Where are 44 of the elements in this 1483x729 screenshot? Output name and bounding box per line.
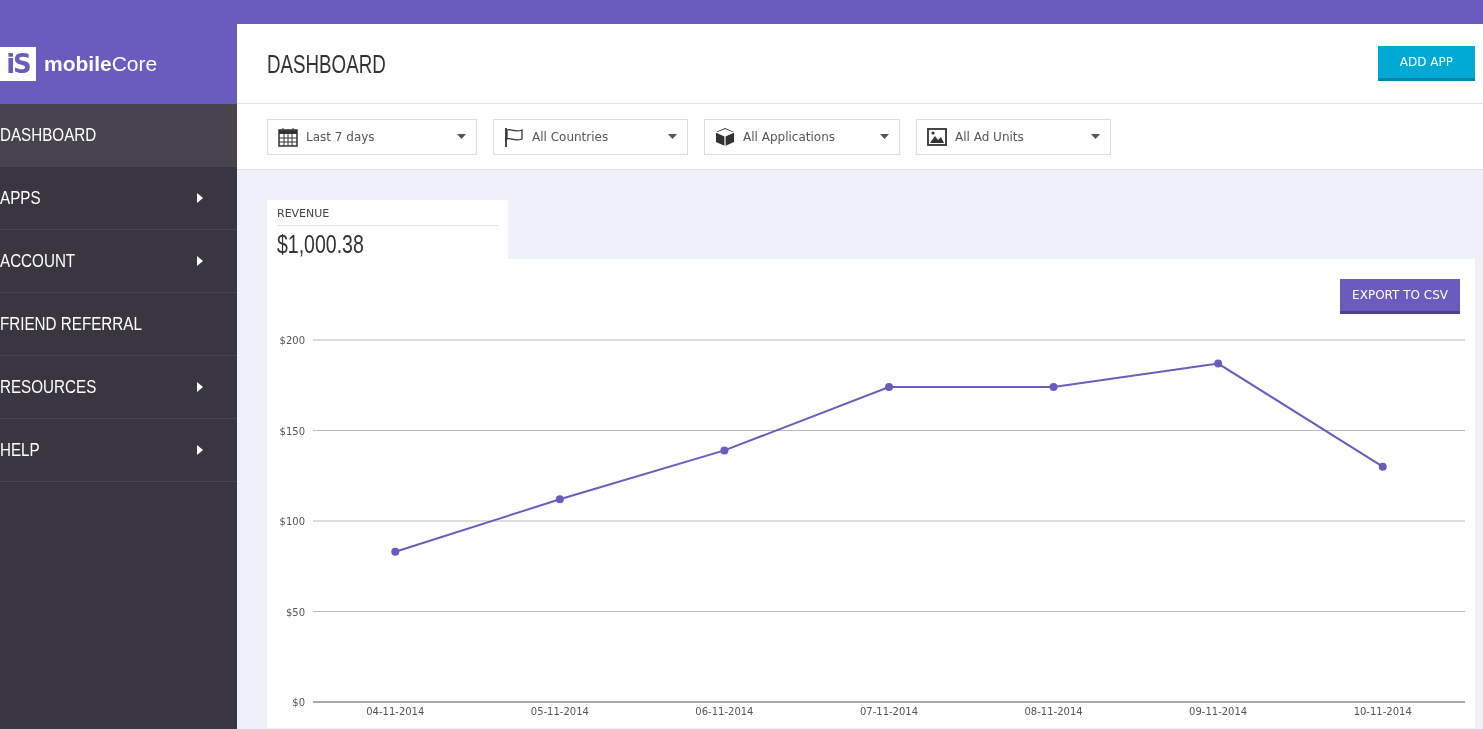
sidebar-item[interactable]: ACCOUNT — [0, 230, 237, 293]
data-point — [1378, 462, 1387, 471]
axis-label: 04-11-2014 — [366, 706, 425, 717]
axis-label: 06-11-2014 — [695, 706, 754, 717]
sidebar-item[interactable]: APPS — [0, 167, 237, 230]
axis-label: 07-11-2014 — [859, 706, 919, 717]
caret-icon — [1091, 134, 1100, 139]
revenue-value: $1,000.38 — [277, 228, 364, 260]
data-point — [391, 547, 400, 556]
cube-icon — [715, 126, 735, 147]
axis-label: 10-11-2014 — [1353, 706, 1412, 717]
axis-label: $200 — [279, 335, 305, 346]
revenue-tab[interactable]: REVENUE $1,000.38 — [267, 200, 508, 259]
sidebar-item[interactable]: DASHBOARD — [0, 104, 237, 167]
data-point — [885, 383, 893, 392]
caret-icon — [457, 134, 466, 139]
data-point — [555, 495, 564, 504]
axis-label: $100 — [279, 516, 305, 527]
axis-label: $0 — [292, 697, 305, 708]
data-point — [720, 446, 729, 455]
page-title: DASHBOARD — [267, 48, 386, 79]
axis-label: 08-11-2014 — [1024, 706, 1083, 717]
caret-icon — [668, 134, 677, 139]
image-icon — [927, 126, 947, 147]
axis-label: 09-11-2014 — [1189, 706, 1248, 717]
dropdown[interactable]: Last 7 days — [267, 118, 477, 155]
data-point — [1049, 383, 1058, 392]
axis-label: $150 — [279, 425, 305, 437]
calendar-icon — [278, 126, 298, 147]
sidebar-item[interactable]: RESOURCES — [0, 356, 237, 419]
caret-icon — [880, 134, 889, 139]
brand-name: mobileCore — [44, 51, 158, 78]
flag-icon — [504, 126, 524, 147]
export-csv-button[interactable]: EXPORT TO CSV — [1340, 279, 1460, 314]
dropdown[interactable]: All Ad Units — [916, 118, 1111, 155]
sidebar-item[interactable]: HELP — [0, 419, 237, 482]
dropdown[interactable]: All Countries — [493, 118, 688, 155]
axis-label: $50 — [285, 606, 305, 618]
revenue-label: REVENUE — [277, 206, 498, 226]
data-point — [1214, 359, 1223, 368]
axis-label: 05-11-2014 — [530, 706, 589, 717]
sidebar-item[interactable]: FRIEND REFERRAL — [0, 293, 237, 356]
dropdown[interactable]: All Applications — [704, 118, 900, 155]
logo-icon: iS — [0, 47, 36, 81]
